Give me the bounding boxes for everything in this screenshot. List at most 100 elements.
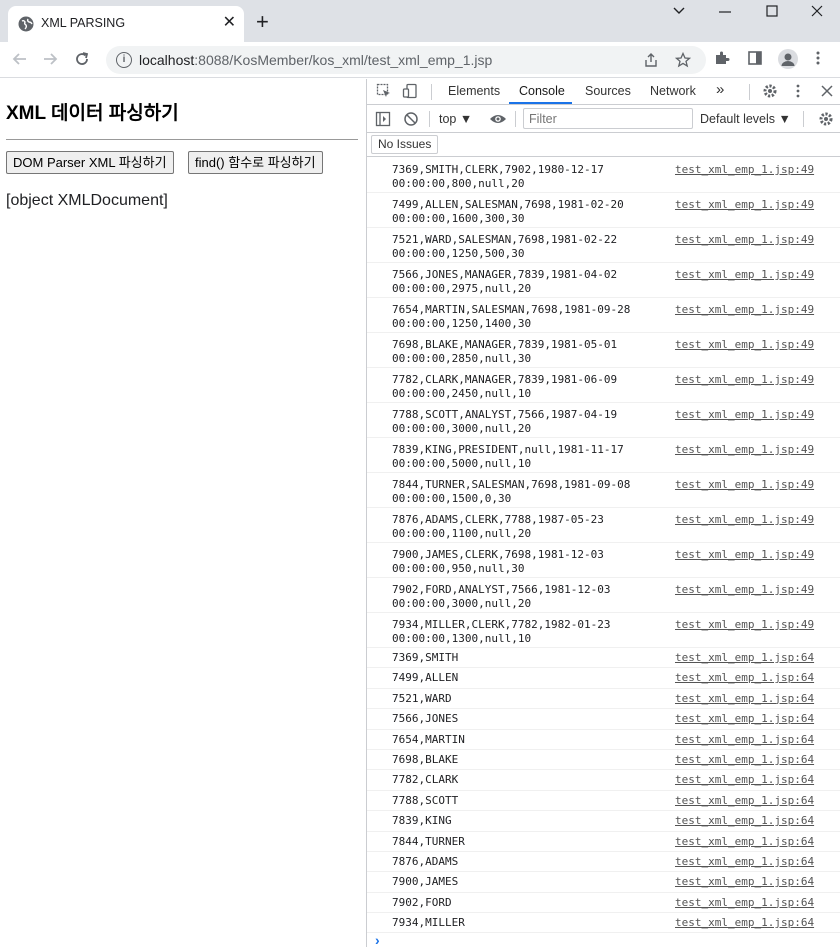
url-text[interactable]: localhost:8088/KosMember/kos_xml/test_xm…: [139, 52, 492, 68]
source-link[interactable]: test_xml_emp_1.jsp:64: [675, 733, 814, 747]
message-line: 00:00:00,1300,null,10: [392, 632, 532, 645]
message-line: 00:00:00,2450,null,10: [392, 387, 532, 400]
new-tab-button[interactable]: +: [256, 11, 269, 33]
message-line: 00:00:00,5000,null,10: [392, 457, 532, 470]
source-link[interactable]: test_xml_emp_1.jsp:49: [675, 303, 814, 317]
message-line: 00:00:00,1250,500,30: [392, 247, 525, 260]
inspect-element-icon[interactable]: [376, 83, 392, 102]
show-sidebar-icon[interactable]: [375, 111, 391, 130]
issues-button[interactable]: No Issues: [371, 135, 439, 154]
page-heading: XML 데이터 파싱하기: [6, 103, 179, 124]
source-link[interactable]: test_xml_emp_1.jsp:64: [675, 835, 814, 849]
source-link[interactable]: test_xml_emp_1.jsp:64: [675, 896, 814, 910]
close-window-icon[interactable]: [810, 4, 824, 21]
live-expression-eye-icon[interactable]: [489, 111, 507, 130]
message-line: 00:00:00,950,null,30: [392, 562, 525, 575]
source-link[interactable]: test_xml_emp_1.jsp:49: [675, 233, 814, 247]
console-settings-gear-icon[interactable]: [818, 111, 834, 130]
back-arrow-icon[interactable]: [10, 50, 30, 70]
profile-avatar[interactable]: [778, 49, 798, 69]
console-message-text: 7566,JONES: [392, 712, 458, 726]
console-message-text: 7566,JONES,MANAGER,7839,1981-04-02 00:00:…: [392, 268, 617, 296]
share-icon[interactable]: [643, 52, 659, 72]
source-link[interactable]: test_xml_emp_1.jsp:49: [675, 443, 814, 457]
tab-console[interactable]: Console: [519, 84, 565, 98]
source-link[interactable]: test_xml_emp_1.jsp:64: [675, 671, 814, 685]
console-message-text: 7369,SMITH,CLERK,7902,1980-12-17 00:00:00…: [392, 163, 604, 191]
find-parse-button[interactable]: find() 함수로 파싱하기: [188, 151, 323, 174]
address-bar[interactable]: i localhost:8088/KosMember/kos_xml/test_…: [106, 46, 706, 74]
message-line: 7900,JAMES: [392, 875, 459, 889]
source-link[interactable]: test_xml_emp_1.jsp:64: [675, 651, 814, 665]
context-selector[interactable]: top ▼: [439, 112, 472, 126]
tab-elements[interactable]: Elements: [448, 84, 500, 98]
source-link[interactable]: test_xml_emp_1.jsp:49: [675, 163, 814, 177]
source-link[interactable]: test_xml_emp_1.jsp:49: [675, 338, 814, 352]
console-message-text: 7902,FORD: [392, 896, 452, 910]
extensions-puzzle-icon[interactable]: [712, 50, 732, 70]
console-messages: 7369,SMITH,CLERK,7902,1980-12-17 00:00:00…: [367, 158, 840, 934]
source-link[interactable]: test_xml_emp_1.jsp:64: [675, 814, 814, 828]
close-tab-icon[interactable]: ✕: [223, 15, 236, 31]
dom-parser-button[interactable]: DOM Parser XML 파싱하기: [6, 151, 174, 174]
source-link[interactable]: test_xml_emp_1.jsp:64: [675, 855, 814, 869]
side-panel-icon[interactable]: [745, 50, 765, 70]
console-message: 7698,BLAKE test_xml_emp_1.jsp:64: [367, 750, 840, 771]
more-tabs-icon[interactable]: »: [716, 81, 724, 98]
source-link[interactable]: test_xml_emp_1.jsp:49: [675, 268, 814, 282]
console-message-text: 7782,CLARK,MANAGER,7839,1981-06-09 00:00:…: [392, 373, 617, 401]
bookmark-star-icon[interactable]: [674, 51, 692, 72]
console-message: 7844,TURNER,SALESMAN,7698,1981-09-08 00:0…: [367, 473, 840, 508]
source-link[interactable]: test_xml_emp_1.jsp:49: [675, 198, 814, 212]
maximize-icon[interactable]: [765, 4, 779, 21]
console-message: 7499,ALLEN,SALESMAN,7698,1981-02-20 00:00…: [367, 193, 840, 228]
source-link[interactable]: test_xml_emp_1.jsp:64: [675, 875, 814, 889]
clear-console-icon[interactable]: [403, 111, 419, 130]
device-toolbar-icon[interactable]: [402, 83, 418, 102]
source-link[interactable]: test_xml_emp_1.jsp:49: [675, 548, 814, 562]
chrome-menu-icon[interactable]: [808, 50, 828, 70]
source-link[interactable]: test_xml_emp_1.jsp:64: [675, 916, 814, 930]
message-line: 00:00:00,800,null,20: [392, 177, 525, 190]
site-info-icon[interactable]: i: [116, 52, 132, 68]
console-message: 7521,WARD test_xml_emp_1.jsp:64: [367, 689, 840, 710]
source-link[interactable]: test_xml_emp_1.jsp:64: [675, 692, 814, 706]
console-filter-input[interactable]: [523, 108, 693, 129]
source-link[interactable]: test_xml_emp_1.jsp:64: [675, 753, 814, 767]
console-message-text: 7654,MARTIN,SALESMAN,7698,1981-09-28 00:0…: [392, 303, 630, 331]
console-message: 7369,SMITH test_xml_emp_1.jsp:64: [367, 648, 840, 669]
devtools-menu-icon[interactable]: [790, 83, 806, 102]
source-link[interactable]: test_xml_emp_1.jsp:64: [675, 773, 814, 787]
forward-arrow-icon[interactable]: [40, 50, 60, 70]
tab-sources[interactable]: Sources: [585, 84, 631, 98]
reload-icon[interactable]: [72, 50, 92, 70]
console-message: 7566,JONES,MANAGER,7839,1981-04-02 00:00:…: [367, 263, 840, 298]
source-link[interactable]: test_xml_emp_1.jsp:49: [675, 513, 814, 527]
message-line: 00:00:00,3000,null,20: [392, 597, 532, 610]
settings-gear-icon[interactable]: [762, 83, 778, 102]
console-message: 7499,ALLEN test_xml_emp_1.jsp:64: [367, 668, 840, 689]
console-message: 7902,FORD,ANALYST,7566,1981-12-03 00:00:0…: [367, 578, 840, 613]
tab-network[interactable]: Network: [650, 84, 696, 98]
source-link[interactable]: test_xml_emp_1.jsp:49: [675, 408, 814, 422]
source-link[interactable]: test_xml_emp_1.jsp:49: [675, 478, 814, 492]
minimize-icon[interactable]: [718, 4, 732, 21]
source-link[interactable]: test_xml_emp_1.jsp:49: [675, 373, 814, 387]
source-link[interactable]: test_xml_emp_1.jsp:49: [675, 583, 814, 597]
console-prompt[interactable]: ›: [375, 932, 380, 948]
source-link[interactable]: test_xml_emp_1.jsp:64: [675, 712, 814, 726]
toolbar-divider: [429, 111, 430, 127]
source-link[interactable]: test_xml_emp_1.jsp:49: [675, 618, 814, 632]
source-link[interactable]: test_xml_emp_1.jsp:64: [675, 794, 814, 808]
log-levels-dropdown[interactable]: Default levels ▼: [700, 112, 791, 126]
browser-tab[interactable]: XML PARSING ✕: [8, 6, 244, 42]
tab-search-chevron-icon[interactable]: [672, 4, 686, 21]
message-line: 7782,CLARK: [392, 773, 459, 787]
close-devtools-icon[interactable]: [819, 83, 835, 102]
message-line: 7839,KING,PRESIDENT,null,1981-11-17: [392, 443, 624, 456]
message-line: 7934,MILLER,CLERK,7782,1982-01-23: [392, 618, 611, 631]
devtools-tabbar: Elements Console Sources Network »: [367, 79, 840, 105]
message-line: 7499,ALLEN: [392, 671, 459, 685]
message-line: 7566,JONES,MANAGER,7839,1981-04-02: [392, 268, 618, 281]
console-message-text: 7369,SMITH: [392, 651, 458, 665]
